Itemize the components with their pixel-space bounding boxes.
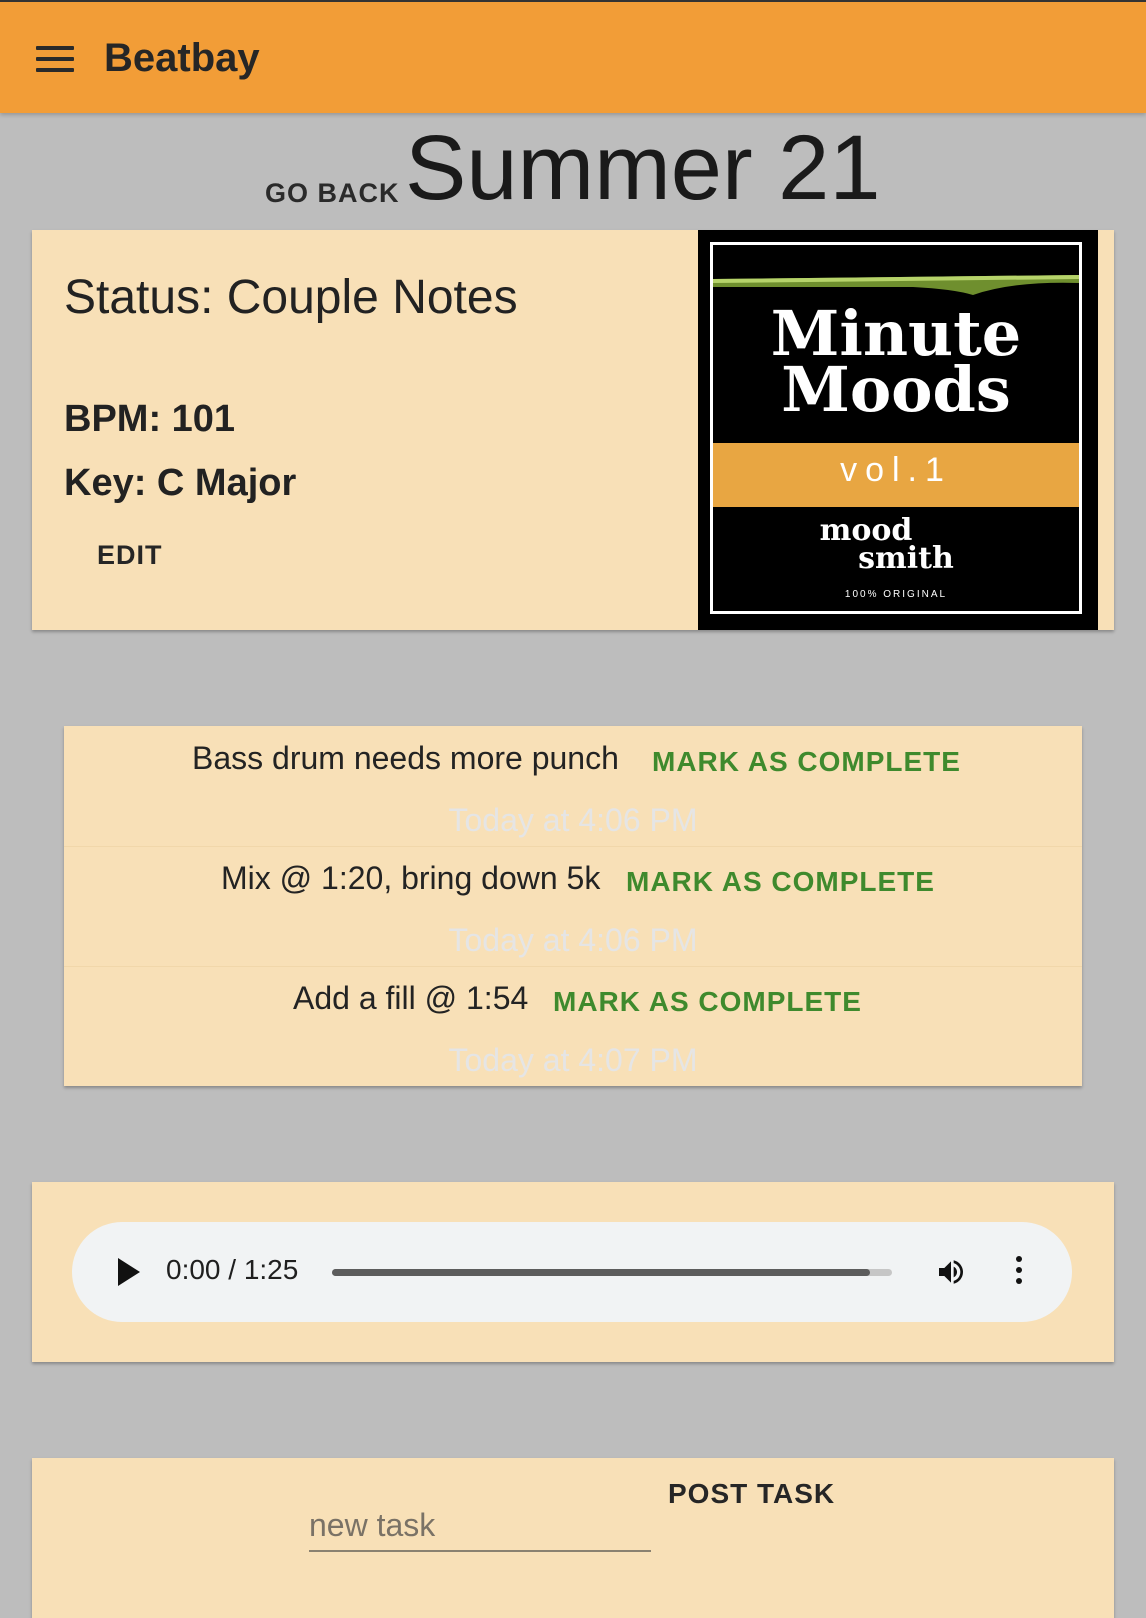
track-info-card: Status: Couple Notes BPM: 101 Key: C Maj… [32, 230, 1114, 630]
cover-border: Minute Moods vol.1 mood smith 100% ORIGI… [710, 242, 1082, 614]
task-text: Bass drum needs more punch [192, 740, 619, 776]
cover-volume-band: vol.1 [713, 443, 1079, 507]
key-text: Key: C Major [64, 462, 297, 504]
bpm-text: BPM: 101 [64, 398, 236, 440]
album-cover: Minute Moods vol.1 mood smith 100% ORIGI… [698, 230, 1098, 630]
audio-player-card: 0:00 / 1:25 [32, 1182, 1114, 1362]
cover-tagline: 100% ORIGINAL [844, 589, 948, 600]
playback-time: 0:00 / 1:25 [166, 1254, 299, 1285]
play-icon[interactable] [118, 1258, 140, 1286]
page-header: GO BACK Summer 21 [0, 117, 1146, 219]
post-task-button[interactable]: POST TASK [668, 1478, 835, 1510]
task-timestamp: Today at 4:06 PM [448, 802, 698, 838]
task-item: Add a fill @ 1:54 MARK AS COMPLETE Today… [64, 966, 1082, 1086]
cover-volume-text: vol.1 [840, 451, 952, 489]
go-back-button[interactable]: GO BACK [265, 178, 400, 209]
volume-icon[interactable] [934, 1256, 968, 1288]
mark-complete-button[interactable]: MARK AS COMPLETE [553, 986, 862, 1018]
task-item: Mix @ 1:20, bring down 5k MARK AS COMPLE… [64, 846, 1082, 967]
status-text: Status: Couple Notes [64, 271, 518, 324]
audio-player: 0:00 / 1:25 [72, 1222, 1072, 1322]
mark-complete-button[interactable]: MARK AS COMPLETE [652, 746, 961, 778]
new-task-input[interactable] [309, 1500, 651, 1552]
task-timestamp: Today at 4:07 PM [448, 1042, 698, 1078]
cover-title-line2: Moods [781, 353, 1011, 426]
cover-brand-line2: smith [858, 541, 954, 576]
app-bar: Beatbay [0, 0, 1146, 113]
task-text: Mix @ 1:20, bring down 5k [221, 860, 601, 896]
progress-fill [332, 1269, 870, 1276]
cover-leaf-stripe [713, 275, 1079, 295]
new-task-card: POST TASK [32, 1458, 1114, 1618]
task-list: Bass drum needs more punch MARK AS COMPL… [64, 726, 1082, 1086]
task-text: Add a fill @ 1:54 [293, 980, 529, 1016]
mark-complete-button[interactable]: MARK AS COMPLETE [626, 866, 935, 898]
more-vert-icon[interactable] [1014, 1256, 1024, 1288]
playback-progress-bar[interactable] [332, 1269, 892, 1276]
menu-icon[interactable] [36, 46, 74, 72]
task-timestamp: Today at 4:06 PM [448, 922, 698, 958]
app-title: Beatbay [104, 36, 260, 80]
edit-button[interactable]: EDIT [97, 540, 163, 571]
page-title: Summer 21 [405, 117, 881, 219]
task-item: Bass drum needs more punch MARK AS COMPL… [64, 726, 1082, 847]
